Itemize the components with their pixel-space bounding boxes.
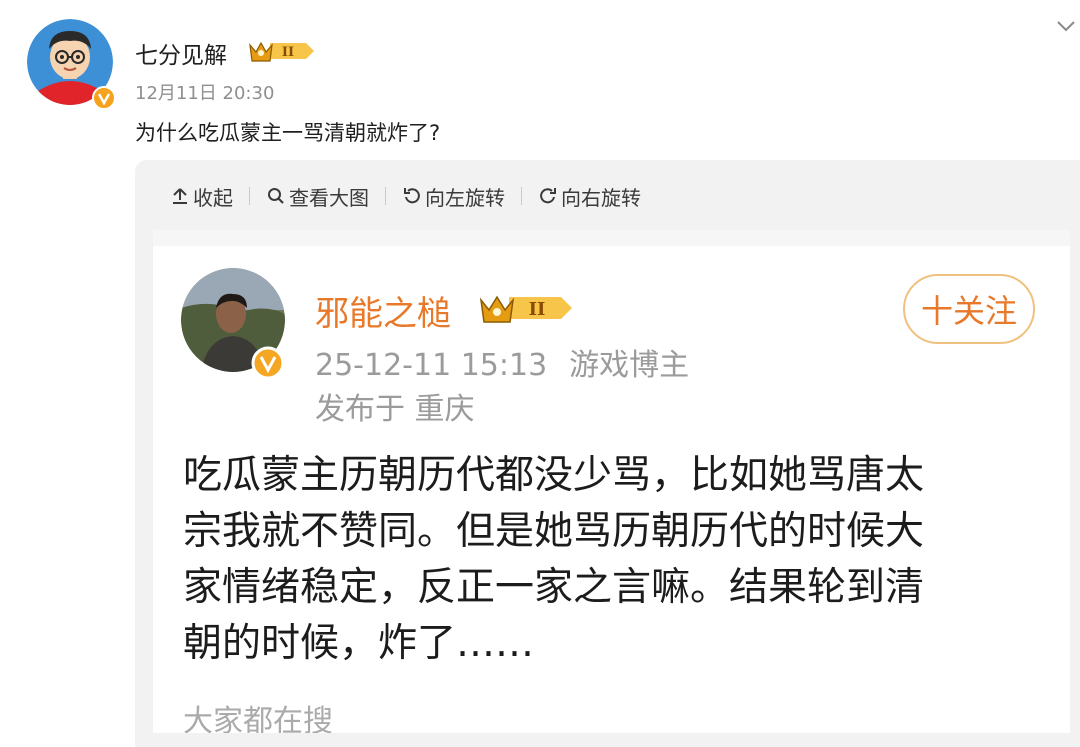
rotate-right-icon [540, 188, 556, 204]
screenshot-author-name: 邪能之槌 [315, 294, 451, 334]
body-line: 吃瓜蒙主历朝历代都没少骂，比如她骂唐太 [183, 453, 925, 498]
collapse-label: 收起 [193, 185, 233, 210]
crown-level-icon: II [249, 41, 314, 62]
view-large-button[interactable]: 查看大图 [266, 182, 369, 211]
screenshot-author-avatar [181, 268, 293, 380]
post-text: 为什么吃瓜蒙主一骂清朝就炸了? [135, 121, 441, 145]
toolbar-divider [385, 187, 386, 205]
verified-badge-icon [251, 346, 285, 380]
verified-badge-icon [92, 86, 116, 110]
arrow-up-icon [173, 188, 187, 204]
embedded-screenshot[interactable]: 邪能之槌 II 十关注 25-12-11 15:13 游戏博主 发布于 重庆 吃瓜… [153, 230, 1070, 733]
screenshot-top-band [153, 230, 1070, 246]
image-toolbar: 收起 查看大图 向左旋转 向右旋转 [170, 181, 641, 211]
toolbar-divider [521, 187, 522, 205]
rotate-left-icon [404, 188, 420, 204]
search-hint: 大家都在搜 [183, 704, 333, 733]
screenshot-location: 发布于 重庆 [315, 392, 475, 427]
follow-label: 十关注 [920, 292, 1017, 330]
rotate-right-label: 向右旋转 [561, 185, 641, 210]
screenshot-body: 吃瓜蒙主历朝历代都没少骂，比如她骂唐太 宗我就不赞同。但是她骂历朝历代的时候大 … [183, 448, 1053, 672]
magnifier-icon [268, 188, 284, 204]
chevron-down-icon[interactable] [1054, 14, 1078, 38]
rotate-left-button[interactable]: 向左旋转 [402, 182, 505, 211]
view-large-label: 查看大图 [289, 185, 369, 210]
screenshot-tag: 游戏博主 [569, 348, 690, 383]
screenshot-meta: 25-12-11 15:13 游戏博主 [315, 340, 689, 384]
screenshot-date: 25-12-11 15:13 [315, 348, 548, 383]
author-name[interactable]: 七分见解 [135, 36, 227, 70]
rotate-right-button[interactable]: 向右旋转 [538, 182, 641, 211]
body-line: 家情绪稳定，反正一家之言嘛。结果轮到清 [183, 565, 925, 610]
crown-level-icon: II [479, 295, 572, 323]
body-line: 朝的时候，炸了…… [183, 621, 535, 666]
collapse-button[interactable]: 收起 [170, 182, 233, 211]
svg-text:II: II [529, 299, 546, 320]
rotate-left-label: 向左旋转 [425, 185, 505, 210]
author-avatar[interactable] [27, 19, 117, 110]
body-line: 宗我就不赞同。但是她骂历朝历代的时候大 [183, 509, 925, 554]
follow-button[interactable]: 十关注 [903, 274, 1035, 344]
svg-text:II: II [282, 45, 294, 60]
toolbar-divider [249, 187, 250, 205]
post-time: 12月11日 20:30 [135, 83, 275, 104]
